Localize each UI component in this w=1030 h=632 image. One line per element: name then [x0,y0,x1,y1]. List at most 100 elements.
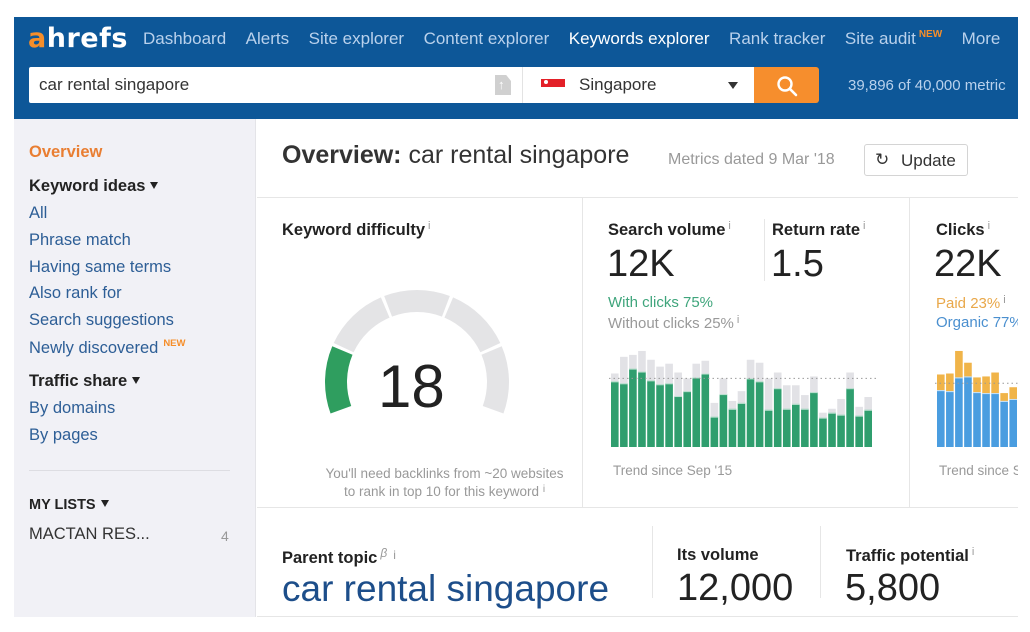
caret-down-icon [150,182,159,189]
nav-item-site-explorer[interactable]: Site explorer [309,29,404,49]
without-clicks: Without clicks 25% i [608,314,740,332]
bar-separator [937,390,945,392]
sidebar-item-phrase-match[interactable]: Phrase match [29,231,131,250]
nav-item-rank-tracker[interactable]: Rank tracker [729,29,825,49]
ahrefs-logo[interactable]: ahrefs [28,23,128,54]
country-select[interactable]: Singapore [522,67,754,103]
bar-with-clicks [620,383,628,447]
bar-with-clicks [701,373,710,447]
sidebar-item-search-suggestions[interactable]: Search suggestions [29,311,174,330]
search-volume-label: Search volume i [608,220,731,239]
clicks-chart [935,350,1018,447]
bar-separator [674,396,682,398]
sidebar: Overview Keyword ideas All Phrase match … [14,119,256,617]
update-button[interactable]: ↻ Update [864,144,968,176]
info-icon[interactable]: i [863,220,865,232]
sidebar-item-newly-discovered[interactable]: Newly discovered NEW [29,338,185,358]
bar-without-clicks [656,366,664,385]
my-lists-heading[interactable]: MY LISTS [29,497,109,513]
bar-without-clicks [764,378,773,410]
info-icon[interactable]: i [728,220,730,232]
traffic-share-heading[interactable]: Traffic share [29,372,141,391]
bar-with-clicks [828,412,836,447]
bar-without-clicks [828,408,836,413]
clicks-trend-label: Trend since Sep '15 [939,463,1018,478]
bar-separator [764,409,773,411]
bar-with-clicks [647,380,655,447]
its-volume-value: 12,000 [677,567,794,609]
bar-separator [683,391,691,393]
with-clicks: With clicks 75% [608,294,714,311]
bar-organic [982,393,990,447]
bar-with-clicks [755,381,764,447]
parent-topic-link[interactable]: car rental singapore [282,568,609,610]
bar-separator [620,383,628,385]
info-icon[interactable]: i [737,314,739,326]
divider [257,507,1018,508]
info-icon[interactable]: i [543,484,545,495]
sidebar-item-also-rank-for[interactable]: Also rank for [29,284,122,303]
bar-separator [773,388,782,390]
gauge-segment [384,290,450,317]
bar-paid [1000,393,1008,401]
nav-item-more[interactable]: More [962,29,1001,49]
search-volume-trend-label: Trend since Sep '15 [613,463,733,478]
bar-without-clicks [801,395,809,409]
bar-separator [710,416,719,418]
bar-separator [629,368,637,370]
bar-with-clicks [683,391,691,447]
bar-with-clicks [792,403,800,447]
info-icon[interactable]: i [988,220,990,232]
caret-down-icon [100,500,109,507]
sidebar-item-overview[interactable]: Overview [29,143,102,162]
main-nav: Dashboard Alerts Site explorer Content expl… [143,29,1018,49]
upload-file-icon[interactable] [495,75,511,95]
bar-separator [864,409,872,411]
bar-organic [1000,400,1008,447]
bar-paid [982,376,990,394]
bar-paid [973,377,981,393]
keyword-difficulty-label: Keyword difficulty i [282,220,431,239]
search-button[interactable] [754,67,819,103]
bar-without-clicks [701,360,710,374]
keyword-search-input[interactable] [39,75,479,95]
metrics-dated: Metrics dated 9 Mar '18 [668,151,835,168]
keyword-search-box [29,67,523,103]
bar-with-clicks [855,415,863,447]
bar-separator [991,393,999,395]
bar-separator [1009,398,1017,400]
bar-separator [1000,400,1008,402]
info-icon[interactable]: i [1003,294,1005,306]
bar-without-clicks [855,406,863,416]
bar-without-clicks [629,354,637,369]
bar-with-clicks [710,416,719,447]
bar-separator [801,408,809,410]
beta-badge: β [380,546,388,560]
sidebar-item-all[interactable]: All [29,204,47,223]
sidebar-item-having-same-terms[interactable]: Having same terms [29,258,171,277]
info-icon[interactable]: i [393,548,396,562]
divider [764,219,765,281]
info-icon[interactable]: i [428,220,430,232]
nav-item-alerts[interactable]: Alerts [246,29,289,49]
nav-item-dashboard[interactable]: Dashboard [143,29,226,49]
bar-separator [964,376,972,378]
bar-without-clicks [773,372,782,389]
sidebar-item-by-pages[interactable]: By pages [29,426,98,445]
main-content: Overview: car rental singapore Metrics d… [257,119,1018,617]
bar-without-clicks [674,372,682,397]
bar-without-clicks [864,397,872,410]
info-icon[interactable]: i [972,546,974,558]
nav-item-site-audit[interactable]: Site audit NEW [845,29,942,49]
bar-separator [955,377,963,379]
traffic-potential-label: Traffic potential i [846,546,975,565]
nav-item-content-explorer[interactable]: Content explorer [424,29,550,49]
keyword-difficulty-note: You'll need backlinks from ~20 websites … [325,466,564,499]
list-item[interactable]: MACTAN RES... [29,525,150,544]
bar-without-clicks [837,398,845,415]
caret-down-icon [132,377,141,384]
sidebar-item-by-domains[interactable]: By domains [29,399,115,418]
divider [582,197,583,507]
nav-item-keywords-explorer[interactable]: Keywords explorer [569,29,710,49]
keyword-ideas-heading[interactable]: Keyword ideas [29,177,159,196]
